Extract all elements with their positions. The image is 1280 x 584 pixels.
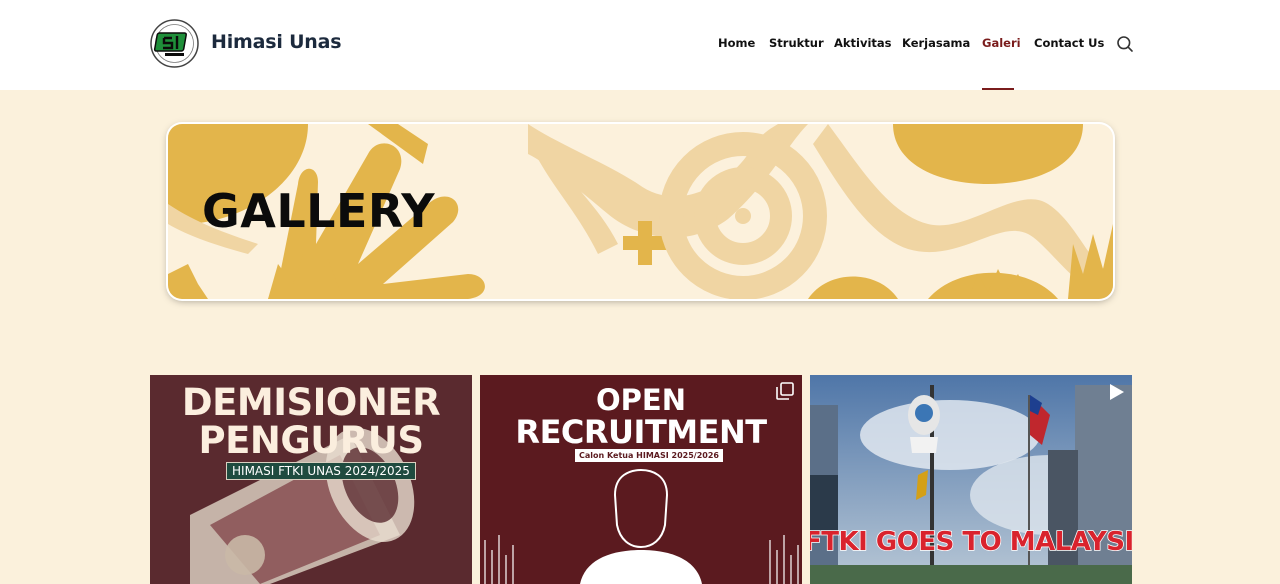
gallery-item[interactable]: FTKI GOES TO MALAYSIA bbox=[810, 375, 1132, 584]
site-name[interactable]: Himasi Unas bbox=[211, 31, 342, 53]
tile-headline: OPEN bbox=[596, 383, 686, 417]
tile-caption: FTKI GOES TO MALAYSIA bbox=[810, 526, 1132, 558]
site-header: Himasi Unas Home Struktur Aktivitas Kerj… bbox=[0, 0, 1280, 90]
nav-kerjasama[interactable]: Kerjasama bbox=[902, 36, 970, 50]
gallery-item[interactable]: OPEN RECRUITMENT Calon Ketua HIMASI 2025… bbox=[480, 375, 802, 584]
tile-headline: DEMISIONER bbox=[181, 381, 441, 424]
tile-headline: PENGURUS bbox=[198, 419, 424, 462]
tile-tag: HIMASI FTKI UNAS 2024/2025 bbox=[226, 462, 416, 480]
tile-headline: RECRUITMENT bbox=[515, 413, 767, 451]
active-nav-indicator bbox=[982, 88, 1014, 90]
nav-struktur[interactable]: Struktur bbox=[769, 36, 824, 50]
nav-home[interactable]: Home bbox=[718, 36, 755, 50]
nav-aktivitas[interactable]: Aktivitas bbox=[834, 36, 892, 50]
tile-tag: Calon Ketua HIMASI 2025/2026 bbox=[575, 449, 723, 462]
multiple-images-icon bbox=[776, 382, 794, 400]
play-icon[interactable] bbox=[1107, 383, 1125, 401]
himasi-logo-icon[interactable] bbox=[150, 19, 199, 68]
gallery-banner: GALLERY bbox=[168, 124, 1113, 299]
nav-contact-us[interactable]: Contact Us bbox=[1034, 36, 1104, 50]
search-icon[interactable] bbox=[1116, 35, 1134, 53]
gallery-item[interactable]: DEMISIONER PENGURUS HIMASI FTKI UNAS 202… bbox=[150, 375, 472, 584]
banner-title: GALLERY bbox=[202, 184, 436, 238]
nav-galeri[interactable]: Galeri bbox=[982, 36, 1021, 50]
